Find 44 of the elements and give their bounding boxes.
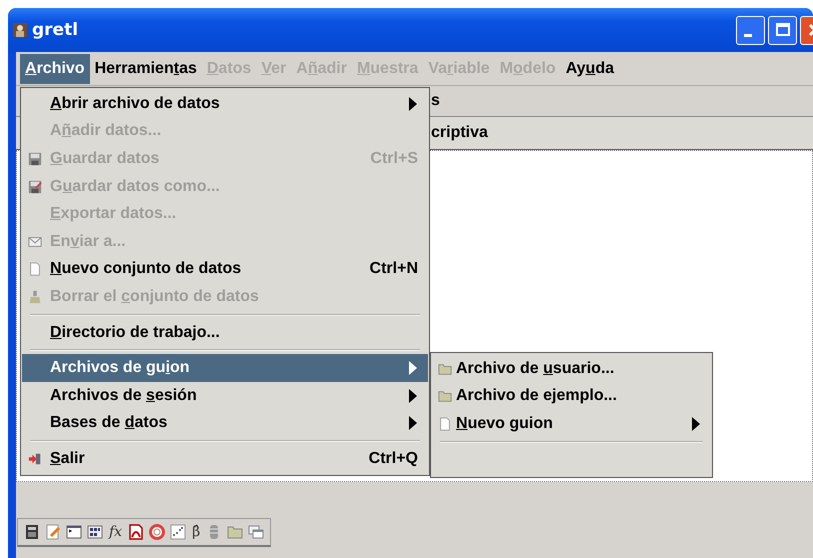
scatter-plot-icon[interactable] [170, 524, 186, 540]
minimize-icon [744, 34, 752, 36]
lifebuoy-icon[interactable] [149, 524, 166, 540]
exit-icon [28, 452, 42, 466]
folder-icon [438, 389, 452, 404]
floppy-icon [28, 180, 42, 194]
submenu-arrow-icon [408, 96, 418, 111]
broom-icon [28, 290, 42, 304]
menu-item[interactable]: Nuevo conjunto de datos Ctrl+N [22, 256, 428, 284]
coefficient-button[interactable]: β̂ [191, 523, 202, 541]
submenu-arrow-icon [408, 361, 418, 376]
menu-item[interactable]: Salir Ctrl+Q [22, 445, 428, 473]
menu-item[interactable]: Archivo de ejemplo... [432, 382, 711, 410]
submenu-arrow-icon [691, 416, 701, 431]
calculator-icon[interactable] [24, 524, 40, 540]
terminal-icon[interactable] [66, 524, 82, 540]
folder-icon [438, 362, 452, 376]
label-text: s [431, 92, 440, 110]
windows-icon[interactable] [248, 524, 264, 540]
page-icon [28, 262, 42, 276]
menu-title[interactable]: Archivo [20, 54, 90, 84]
column-header[interactable]: criptiva [431, 124, 488, 142]
maximize-button[interactable] [768, 16, 797, 44]
menu-title[interactable]: Herramientas [90, 54, 202, 84]
submenu-arrow-icon [408, 416, 418, 430]
page-icon [438, 416, 452, 431]
envelope-icon [28, 234, 42, 249]
pencil-note-icon[interactable] [45, 524, 61, 540]
pdf-icon[interactable] [128, 524, 144, 540]
app-icon [12, 22, 28, 38]
menu-item[interactable]: Archivo de usuario... [432, 355, 711, 383]
submenu-arrow-icon [408, 388, 418, 403]
menu-item[interactable]: Abrir archivo de datos [22, 90, 428, 118]
floppy-icon [28, 152, 42, 166]
window-title: gretl [32, 20, 78, 40]
menu-item[interactable]: Archivos de guion [22, 354, 428, 382]
menu-title[interactable]: Ayuda [560, 54, 619, 84]
menu-item[interactable]: Nuevo guion [432, 410, 711, 438]
grid-icon[interactable] [87, 524, 103, 540]
menu-item[interactable]: Directorio de trabajo... [22, 318, 428, 346]
menu-item[interactable]: Bases de datos [22, 410, 428, 438]
menu-item[interactable]: Archivos de sesión [22, 382, 428, 410]
minimize-button[interactable] [736, 16, 765, 44]
function-button[interactable]: fx [108, 523, 124, 541]
